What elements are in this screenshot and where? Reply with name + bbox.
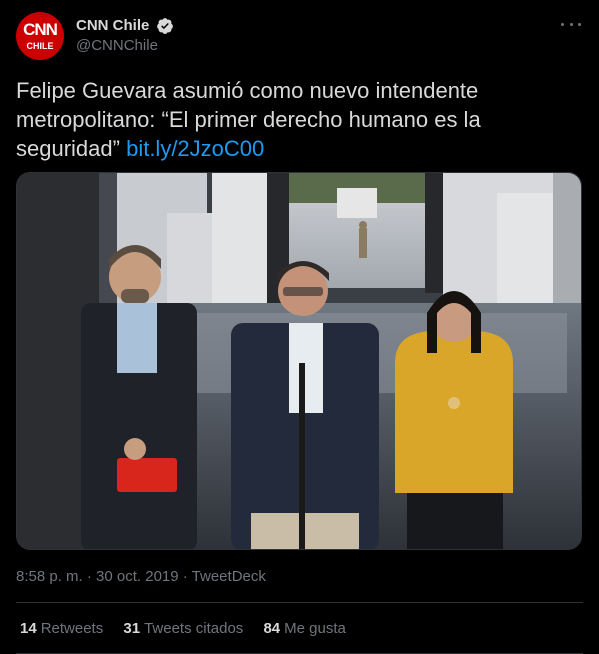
tweet-meta: 8:58 p. m. · 30 oct. 2019 · TweetDeck — [16, 567, 266, 587]
author-info[interactable]: CNN Chile @CNNChile — [76, 16, 174, 56]
display-name[interactable]: CNN Chile — [76, 16, 149, 36]
stat-quote-tweets[interactable]: 31 Tweets citados — [123, 619, 243, 639]
tweet-photo[interactable] — [16, 172, 582, 550]
more-dots-icon[interactable] — [561, 14, 581, 34]
tweet-text: Felipe Guevara asumió como nuevo intende… — [16, 76, 581, 163]
stat-label: Retweets — [40, 620, 104, 637]
handle[interactable]: @CNNChile — [76, 36, 174, 56]
tweet-link[interactable]: bit.ly/2JzoC00 — [126, 136, 264, 161]
stat-count: 14 — [20, 620, 37, 637]
tweet-timestamp[interactable]: 8:58 p. m. · 30 oct. 2019 — [16, 568, 179, 585]
avatar[interactable]: CNN CHILE — [16, 12, 64, 60]
stat-label: Tweets citados — [144, 620, 244, 637]
stat-count: 31 — [123, 620, 141, 637]
divider — [16, 602, 583, 603]
stat-retweets[interactable]: 14 Retweets — [20, 619, 103, 639]
verified-badge-icon — [156, 18, 173, 34]
stat-label: Me gusta — [284, 620, 346, 637]
tweet-stats: 14 Retweets 31 Tweets citados 84 Me gusta — [20, 619, 362, 639]
avatar-logo-bottom: CHILE — [26, 41, 54, 51]
stat-count: 84 — [263, 620, 281, 637]
avatar-logo-top: CNN — [23, 20, 58, 39]
meta-separator: · — [178, 568, 192, 585]
photo-illustration — [17, 173, 581, 549]
tweet-source[interactable]: TweetDeck — [192, 568, 266, 585]
stat-likes[interactable]: 84 Me gusta — [263, 619, 345, 639]
tweet: CNN CHILE CNN Chile @CNNChile Felipe Gue… — [0, 0, 599, 654]
